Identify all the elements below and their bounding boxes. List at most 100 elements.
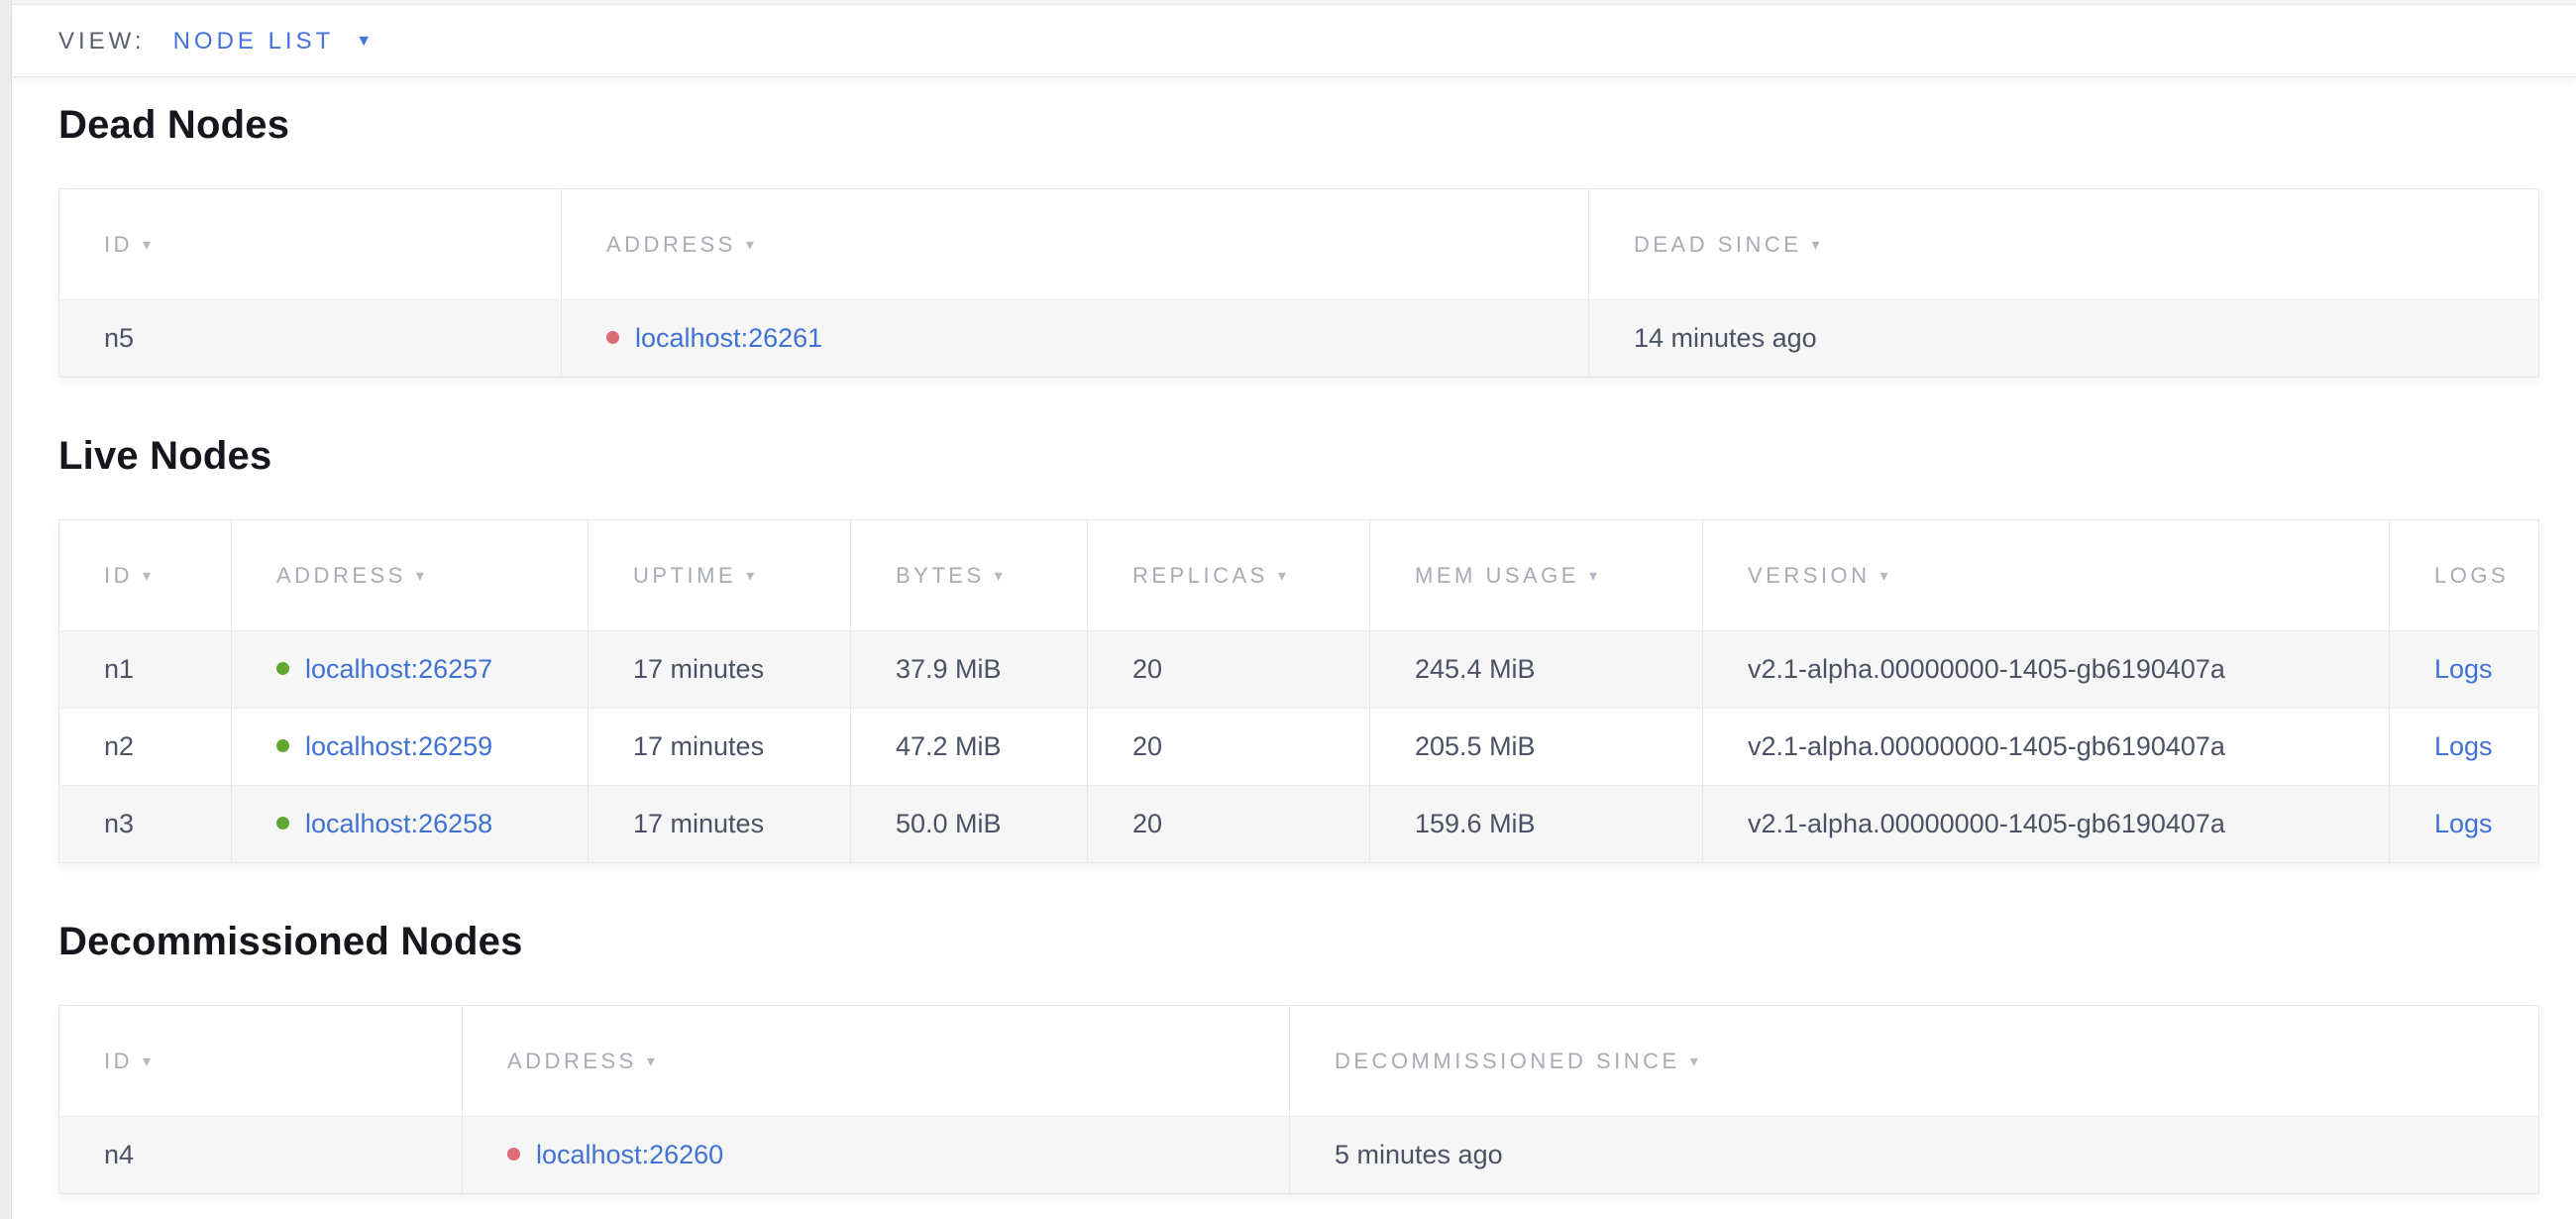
version-cell: v2.1-alpha.00000000-1405-gb6190407a bbox=[1703, 709, 2390, 786]
dead-status-dot-icon bbox=[606, 331, 619, 344]
sort-arrow-icon: ▾ bbox=[647, 1053, 659, 1070]
table-header-row: ID▾ ADDRESS▾ UPTIME▾ BYTES▾ REPLICAS▾ ME… bbox=[59, 520, 2539, 631]
uptime-cell: 17 minutes bbox=[589, 631, 851, 709]
column-header-label: ADDRESS bbox=[606, 232, 736, 257]
column-header-decommissioned-since[interactable]: DECOMMISSIONED SINCE ▾ bbox=[1290, 1006, 2539, 1117]
node-address-cell: localhost:26258 bbox=[232, 786, 589, 863]
dead-since-cell: 14 minutes ago bbox=[1589, 300, 2539, 378]
sort-arrow-icon: ▾ bbox=[746, 568, 758, 585]
sort-arrow-icon: ▾ bbox=[143, 237, 155, 254]
node-address-link[interactable]: localhost:26261 bbox=[635, 323, 822, 353]
column-header-id[interactable]: ID ▾ bbox=[59, 1006, 463, 1117]
decommissioned-nodes-title: Decommissioned Nodes bbox=[58, 918, 2538, 965]
uptime-cell: 17 minutes bbox=[589, 709, 851, 786]
logs-link[interactable]: Logs bbox=[2434, 654, 2493, 684]
decommissioned-status-dot-icon bbox=[507, 1148, 520, 1161]
table-row: n3 localhost:26258 17 minutes 50.0 MiB 2… bbox=[59, 786, 2539, 863]
node-address-link[interactable]: localhost:26260 bbox=[536, 1140, 723, 1169]
column-header-version[interactable]: VERSION ▾ bbox=[1703, 520, 2390, 631]
live-status-dot-icon bbox=[276, 662, 289, 675]
table-header-row: ID ▾ ADDRESS ▾ DECOMMISSIONED SINCE ▾ bbox=[59, 1006, 2539, 1117]
dead-nodes-table: ID ▾ ADDRESS ▾ DEAD SINCE ▾ n5 localhost:26… bbox=[58, 188, 2539, 378]
replicas-cell: 20 bbox=[1088, 709, 1370, 786]
logs-cell: Logs bbox=[2390, 786, 2539, 863]
mem-usage-cell: 205.5 MiB bbox=[1370, 709, 1703, 786]
version-cell: v2.1-alpha.00000000-1405-gb6190407a bbox=[1703, 786, 2390, 863]
column-header-label: ID bbox=[104, 1049, 133, 1073]
view-label: VIEW: bbox=[58, 28, 146, 55]
table-row: n5 localhost:26261 14 minutes ago bbox=[59, 300, 2539, 378]
bytes-cell: 47.2 MiB bbox=[851, 709, 1088, 786]
view-selected-value[interactable]: NODE LIST bbox=[173, 28, 335, 55]
view-selector-dropdown[interactable]: NODE LIST ▼ bbox=[173, 28, 373, 55]
node-address-cell: localhost:26261 bbox=[562, 300, 1589, 378]
column-header-label: BYTES bbox=[896, 563, 985, 588]
column-header-address[interactable]: ADDRESS ▾ bbox=[463, 1006, 1290, 1117]
sort-arrow-icon: ▾ bbox=[1690, 1053, 1702, 1070]
logs-link[interactable]: Logs bbox=[2434, 731, 2493, 761]
table-row: n1 localhost:26257 17 minutes 37.9 MiB 2… bbox=[59, 631, 2539, 709]
sort-arrow-icon: ▾ bbox=[746, 237, 758, 254]
node-address-link[interactable]: localhost:26259 bbox=[305, 731, 492, 761]
node-address-cell: localhost:26257 bbox=[232, 631, 589, 709]
logs-link[interactable]: Logs bbox=[2434, 809, 2493, 838]
sort-arrow-icon: ▾ bbox=[1880, 568, 1892, 585]
table-row: n2 localhost:26259 17 minutes 47.2 MiB 2… bbox=[59, 709, 2539, 786]
live-status-dot-icon bbox=[276, 739, 289, 752]
node-list-page: VIEW: NODE LIST ▼ Dead Nodes ID ▾ ADDRESS… bbox=[13, 6, 2576, 1194]
column-header-mem-usage[interactable]: MEM USAGE▾ bbox=[1370, 520, 1703, 631]
node-id-cell: n2 bbox=[59, 709, 232, 786]
live-status-dot-icon bbox=[276, 817, 289, 830]
decommissioned-since-cell: 5 minutes ago bbox=[1290, 1117, 2539, 1194]
column-header-label: REPLICAS bbox=[1132, 563, 1268, 588]
node-address-cell: localhost:26260 bbox=[463, 1117, 1290, 1194]
page-top-edge bbox=[0, 0, 2576, 5]
column-header-label: LOGS bbox=[2434, 563, 2509, 588]
column-header-replicas[interactable]: REPLICAS ▾ bbox=[1088, 520, 1370, 631]
node-address-cell: localhost:26259 bbox=[232, 709, 589, 786]
node-id-cell: n3 bbox=[59, 786, 232, 863]
node-id-cell: n5 bbox=[59, 300, 562, 378]
version-cell: v2.1-alpha.00000000-1405-gb6190407a bbox=[1703, 631, 2390, 709]
page-left-edge bbox=[0, 0, 12, 1219]
decommissioned-nodes-table: ID ▾ ADDRESS ▾ DECOMMISSIONED SINCE ▾ n4 lo… bbox=[58, 1005, 2539, 1194]
sort-arrow-icon: ▾ bbox=[1811, 237, 1823, 254]
live-nodes-title: Live Nodes bbox=[58, 432, 2538, 480]
sort-arrow-icon: ▾ bbox=[416, 568, 428, 585]
chevron-down-icon: ▼ bbox=[356, 34, 372, 50]
column-header-uptime[interactable]: UPTIME ▾ bbox=[589, 520, 851, 631]
table-row: n4 localhost:26260 5 minutes ago bbox=[59, 1117, 2539, 1194]
node-address-link[interactable]: localhost:26258 bbox=[305, 809, 492, 838]
bytes-cell: 37.9 MiB bbox=[851, 631, 1088, 709]
column-header-label: ADDRESS bbox=[507, 1049, 637, 1073]
column-header-address[interactable]: ADDRESS ▾ bbox=[562, 189, 1589, 300]
node-address-link[interactable]: localhost:26257 bbox=[305, 654, 492, 684]
uptime-cell: 17 minutes bbox=[589, 786, 851, 863]
sort-arrow-icon: ▾ bbox=[1278, 568, 1290, 585]
column-header-dead-since[interactable]: DEAD SINCE ▾ bbox=[1589, 189, 2539, 300]
dead-nodes-title: Dead Nodes bbox=[58, 101, 2538, 149]
node-id-cell: n4 bbox=[59, 1117, 463, 1194]
column-header-id[interactable]: ID ▾ bbox=[59, 189, 562, 300]
column-header-id[interactable]: ID ▾ bbox=[59, 520, 232, 631]
column-header-label: MEM USAGE bbox=[1415, 563, 1579, 588]
column-header-label: UPTIME bbox=[633, 563, 736, 588]
column-header-bytes[interactable]: BYTES▾ bbox=[851, 520, 1088, 631]
column-header-label: ID bbox=[104, 563, 133, 588]
replicas-cell: 20 bbox=[1088, 786, 1370, 863]
table-header-row: ID ▾ ADDRESS ▾ DEAD SINCE ▾ bbox=[59, 189, 2539, 300]
node-id-cell: n1 bbox=[59, 631, 232, 709]
sort-arrow-icon: ▾ bbox=[143, 1053, 155, 1070]
column-header-label: DECOMMISSIONED SINCE bbox=[1335, 1049, 1680, 1073]
column-header-label: VERSION bbox=[1748, 563, 1871, 588]
sort-arrow-icon: ▾ bbox=[143, 568, 155, 585]
column-header-address[interactable]: ADDRESS ▾ bbox=[232, 520, 589, 631]
bytes-cell: 50.0 MiB bbox=[851, 786, 1088, 863]
column-header-label: DEAD SINCE bbox=[1634, 232, 1801, 257]
column-header-label: ADDRESS bbox=[276, 563, 406, 588]
column-header-label: ID bbox=[104, 232, 133, 257]
live-nodes-table: ID▾ ADDRESS▾ UPTIME▾ BYTES▾ REPLICAS▾ ME… bbox=[58, 519, 2539, 863]
logs-cell: Logs bbox=[2390, 709, 2539, 786]
mem-usage-cell: 159.6 MiB bbox=[1370, 786, 1703, 863]
column-header-logs: LOGS bbox=[2390, 520, 2539, 631]
